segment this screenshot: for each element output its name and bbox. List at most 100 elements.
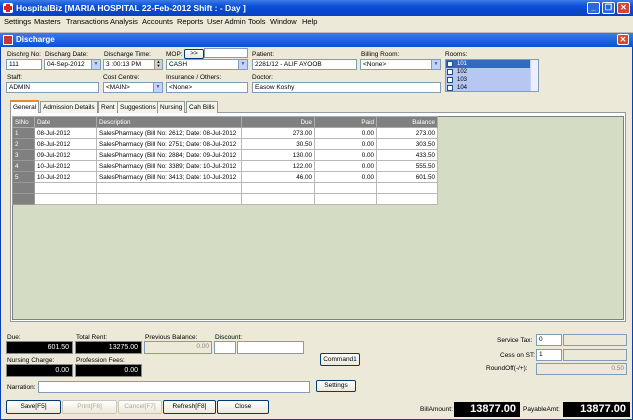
checkbox-icon[interactable]: ✓ bbox=[447, 61, 453, 67]
chevron-down-icon[interactable]: ▼ bbox=[238, 60, 247, 69]
table-row[interactable]: 3 09-Jul-2012 SalesPharmacy (Bill No: 28… bbox=[12, 149, 438, 161]
discount-amount-field[interactable] bbox=[237, 341, 304, 354]
row-description[interactable]: SalesPharmacy (Bill No: 3389; Date: 10-J… bbox=[96, 160, 242, 172]
menu-masters[interactable]: Masters bbox=[34, 17, 61, 26]
row-date[interactable]: 08-Jul-2012 bbox=[34, 138, 97, 150]
menu-help[interactable]: Help bbox=[302, 17, 317, 26]
refresh-button[interactable]: Refresh[F8] bbox=[163, 400, 216, 414]
command1-button[interactable]: Command1 bbox=[320, 353, 360, 366]
insurance-label: Insurance / Others: bbox=[166, 74, 222, 81]
discharg-date-field[interactable]: 04-Sep-2012 ▼ bbox=[44, 59, 101, 70]
row-paid[interactable]: 0.00 bbox=[314, 149, 377, 161]
table-row[interactable]: 1 08-Jul-2012 SalesPharmacy (Bill No: 26… bbox=[12, 127, 438, 139]
doctor-field[interactable]: Easow Koshy bbox=[252, 82, 441, 93]
cess-field[interactable]: 1 bbox=[536, 349, 562, 361]
room-item[interactable]: 103 bbox=[446, 76, 538, 84]
menu-transactions[interactable]: Transactions bbox=[66, 17, 109, 26]
tab-general[interactable]: General bbox=[10, 100, 40, 113]
row-description[interactable]: SalesPharmacy (Bill No: 2612; Date: 08-J… bbox=[96, 127, 242, 139]
chevron-down-icon[interactable]: ▼ bbox=[153, 83, 162, 92]
row-paid[interactable]: 0.00 bbox=[314, 138, 377, 150]
row-paid[interactable]: 0.00 bbox=[314, 127, 377, 139]
mop-dropdown[interactable]: CASH ▼ bbox=[166, 59, 248, 70]
menu-settings[interactable]: Settings bbox=[4, 17, 31, 26]
room-item[interactable]: ✓ 101 bbox=[446, 60, 538, 68]
col-paid[interactable]: Paid bbox=[314, 116, 377, 128]
mop-extra-field[interactable] bbox=[204, 48, 248, 58]
row-description[interactable]: SalesPharmacy (Bill No: 2751; Date: 08-J… bbox=[96, 138, 242, 150]
row-due[interactable]: 46.00 bbox=[241, 171, 315, 183]
chevron-down-icon[interactable]: ▼ bbox=[91, 60, 100, 69]
child-close-icon[interactable]: ✕ bbox=[617, 34, 629, 45]
tab-admission-details[interactable]: Admission Details bbox=[40, 101, 98, 113]
table-row-empty[interactable] bbox=[12, 182, 438, 194]
row-date[interactable]: 10-Jul-2012 bbox=[34, 171, 97, 183]
narration-field[interactable] bbox=[38, 381, 310, 393]
close-icon[interactable]: ✕ bbox=[617, 2, 630, 14]
discount-percent-field[interactable] bbox=[214, 341, 236, 354]
col-description[interactable]: Description bbox=[96, 116, 242, 128]
save-button[interactable]: Save[F5] bbox=[6, 400, 61, 414]
tab-suggestions[interactable]: Suggestions bbox=[117, 101, 159, 113]
menu-tools[interactable]: Tools bbox=[248, 17, 266, 26]
discharge-time-field[interactable]: 3 :00:13 PM ▲ ▼ bbox=[103, 59, 163, 70]
close-button[interactable]: Close bbox=[217, 400, 269, 414]
row-date[interactable]: 08-Jul-2012 bbox=[34, 127, 97, 139]
chevron-down-icon[interactable]: ▼ bbox=[431, 60, 440, 69]
row-description[interactable]: SalesPharmacy (Bill No: 3413; Date: 10-J… bbox=[96, 171, 242, 183]
rooms-list[interactable]: ✓ 101 102 103 104 bbox=[445, 59, 539, 92]
menu-user-admin[interactable]: User Admin bbox=[207, 17, 246, 26]
row-description[interactable]: SalesPharmacy (Bill No: 2884; Date: 09-J… bbox=[96, 149, 242, 161]
row-due[interactable]: 122.00 bbox=[241, 160, 315, 172]
row-due[interactable]: 30.50 bbox=[241, 138, 315, 150]
col-due[interactable]: Due bbox=[241, 116, 315, 128]
checkbox-icon[interactable] bbox=[447, 85, 453, 91]
checkbox-icon[interactable] bbox=[447, 69, 453, 75]
bills-grid[interactable]: SlNo Date Description Due Paid Balance 1… bbox=[12, 116, 438, 205]
row-due[interactable]: 273.00 bbox=[241, 127, 315, 139]
menu-window[interactable]: Window bbox=[270, 17, 297, 26]
staff-field[interactable]: ADMIN bbox=[6, 82, 99, 93]
row-balance[interactable]: 303.50 bbox=[376, 138, 438, 150]
insurance-field[interactable]: <None> bbox=[166, 82, 248, 93]
menu-reports[interactable]: Reports bbox=[177, 17, 203, 26]
menu-accounts[interactable]: Accounts bbox=[142, 17, 173, 26]
tab-rent[interactable]: Rent bbox=[98, 101, 118, 113]
table-row[interactable]: 5 10-Jul-2012 SalesPharmacy (Bill No: 34… bbox=[12, 171, 438, 183]
col-date[interactable]: Date bbox=[34, 116, 97, 128]
mop-more-button[interactable]: >> bbox=[184, 49, 204, 59]
cost-centre-dropdown[interactable]: <MAIN> ▼ bbox=[103, 82, 163, 93]
room-item[interactable]: 104 bbox=[446, 84, 538, 91]
table-row[interactable]: 2 08-Jul-2012 SalesPharmacy (Bill No: 27… bbox=[12, 138, 438, 150]
table-row[interactable]: 4 10-Jul-2012 SalesPharmacy (Bill No: 33… bbox=[12, 160, 438, 172]
menu-analysis[interactable]: Analysis bbox=[110, 17, 138, 26]
dischrg-no-field[interactable]: 111 bbox=[6, 59, 42, 70]
col-slno[interactable]: SlNo bbox=[12, 116, 35, 128]
checkbox-icon[interactable] bbox=[447, 77, 453, 83]
row-date[interactable]: 09-Jul-2012 bbox=[34, 149, 97, 161]
patient-label: Patient: bbox=[252, 51, 275, 58]
row-balance[interactable]: 273.00 bbox=[376, 127, 438, 139]
row-due[interactable]: 130.00 bbox=[241, 149, 315, 161]
cancel-button[interactable]: Cancel[F7] bbox=[118, 400, 162, 414]
tab-nursing[interactable]: Nursing bbox=[157, 101, 186, 113]
patient-field[interactable]: 2281/12 - ALIF AYOOB bbox=[252, 59, 357, 70]
room-item[interactable]: 102 bbox=[446, 68, 538, 76]
row-paid[interactable]: 0.00 bbox=[314, 160, 377, 172]
table-row-empty[interactable] bbox=[12, 193, 438, 205]
row-balance[interactable]: 601.50 bbox=[376, 171, 438, 183]
spinner-icon[interactable]: ▲ ▼ bbox=[154, 60, 162, 69]
tab-cah-bills[interactable]: Cah Bills bbox=[186, 101, 218, 113]
settings-button[interactable]: Settings bbox=[316, 380, 356, 392]
row-balance[interactable]: 433.50 bbox=[376, 149, 438, 161]
service-tax-field[interactable]: 0 bbox=[536, 334, 562, 346]
minimize-icon[interactable]: _ bbox=[587, 2, 600, 14]
restore-icon[interactable]: ❐ bbox=[602, 2, 615, 14]
rooms-scrollbar[interactable] bbox=[530, 60, 538, 91]
billing-room-dropdown[interactable]: <None> ▼ bbox=[360, 59, 441, 70]
col-balance[interactable]: Balance bbox=[376, 116, 438, 128]
row-paid[interactable]: 0.00 bbox=[314, 171, 377, 183]
row-balance[interactable]: 555.50 bbox=[376, 160, 438, 172]
print-button[interactable]: Print[F6] bbox=[62, 400, 117, 414]
row-date[interactable]: 10-Jul-2012 bbox=[34, 160, 97, 172]
